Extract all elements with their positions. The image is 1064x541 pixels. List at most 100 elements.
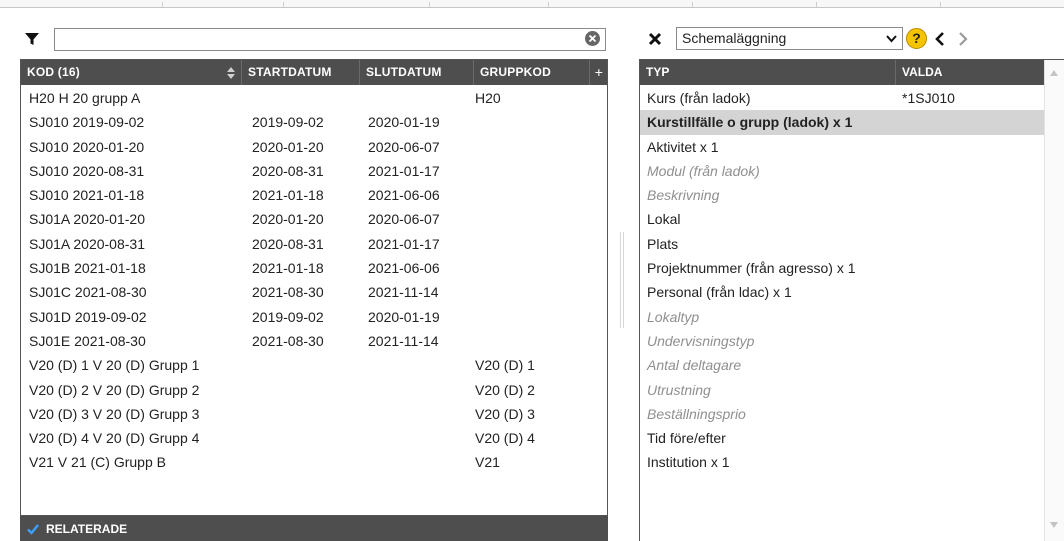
list-item[interactable]: Institution x 1	[640, 450, 1044, 474]
cell-grupp: H20	[475, 90, 501, 106]
cell-typ: Lokal	[647, 211, 681, 228]
cell-start: 2020-01-20	[252, 138, 324, 155]
cell-slut: 2020-01-19	[368, 308, 440, 325]
scroll-down-icon[interactable]	[1050, 522, 1058, 528]
list-item[interactable]: Projektnummer (från agresso) x 1	[640, 256, 1044, 280]
cell-typ: Aktivitet x 1	[647, 138, 719, 155]
list-item[interactable]: Beställningsprio	[640, 402, 1044, 426]
checkmark-icon[interactable]	[26, 522, 40, 536]
table-row[interactable]: SJ010 2021-01-18 2021-01-18 2021-06-06	[21, 183, 607, 207]
list-item[interactable]: Undervisningstyp	[640, 329, 1044, 353]
list-item[interactable]: Modul (från ladok)	[640, 159, 1044, 183]
list-item[interactable]: Personal (från ldac) x 1	[640, 280, 1044, 304]
column-header-startdatum[interactable]: STARTDATUM	[242, 60, 360, 85]
top-divider	[0, 0, 1064, 8]
cell-typ: Plats	[647, 235, 679, 252]
table-row[interactable]: SJ010 2019-09-02 2019-09-02 2020-01-19	[21, 110, 607, 134]
list-item[interactable]: Antal deltagare	[640, 353, 1044, 377]
table-row[interactable]: SJ01E 2021-08-30 2021-08-30 2021-11-14	[21, 329, 607, 353]
course-table: KOD (16) STARTDATUM SLUTDATUM GRUPPKOD +…	[20, 59, 608, 516]
cell-valda: *1SJ010	[902, 90, 955, 106]
cell-typ: Personal (från ldac) x 1	[647, 284, 792, 301]
vertical-scrollbar[interactable]	[1044, 60, 1064, 541]
cell-grupp: V20 (D) 4	[475, 430, 535, 447]
cell-kod: SJ01D 2019-09-02	[29, 308, 147, 325]
sort-icon[interactable]	[227, 67, 235, 79]
cell-slut: 2021-01-17	[368, 162, 440, 179]
related-toggle[interactable]: RELATERADE	[20, 516, 608, 541]
filter-icon[interactable]	[20, 27, 44, 51]
right-toolbar: Schemaläggning ?	[640, 27, 1064, 53]
table-row[interactable]: H20 H 20 grupp A H20	[21, 86, 607, 110]
column-header-gruppkod[interactable]: GRUPPKOD	[474, 60, 590, 85]
cell-start: 2021-08-30	[252, 284, 324, 301]
cell-typ: Utrustning	[647, 381, 711, 398]
chevron-right-icon[interactable]	[956, 31, 970, 47]
table-row[interactable]: V20 (D) 3 V 20 (D) Grupp 3 V20 (D) 3	[21, 402, 607, 426]
cell-kod: SJ010 2020-01-20	[29, 138, 145, 155]
table-row[interactable]: SJ01A 2020-08-31 2020-08-31 2021-01-17	[21, 232, 607, 256]
cell-typ: Lokaltyp	[647, 308, 700, 325]
chevron-down-icon	[886, 35, 897, 43]
filter-row	[20, 27, 608, 51]
list-item[interactable]: Plats	[640, 232, 1044, 256]
cell-slut: 2021-06-06	[368, 187, 440, 204]
cell-slut: 2020-06-07	[368, 211, 440, 228]
related-label: RELATERADE	[46, 521, 128, 536]
cell-grupp: V21	[475, 454, 500, 471]
list-item[interactable]: Lokal	[640, 207, 1044, 231]
clear-circle-icon[interactable]	[585, 31, 600, 46]
cell-start: 2021-01-18	[252, 187, 324, 204]
table-row[interactable]: SJ010 2020-08-31 2020-08-31 2021-01-17	[21, 159, 607, 183]
table-row[interactable]: V20 (D) 2 V 20 (D) Grupp 2 V20 (D) 2	[21, 378, 607, 402]
scroll-up-icon[interactable]	[1050, 70, 1058, 76]
cell-kod: V21 V 21 (C) Grupp B	[29, 454, 166, 471]
table-row[interactable]: V20 (D) 4 V 20 (D) Grupp 4 V20 (D) 4	[21, 426, 607, 450]
cell-slut: 2021-11-14	[368, 284, 439, 301]
cell-kod: SJ010 2021-01-18	[29, 187, 145, 204]
table-row[interactable]: V21 V 21 (C) Grupp B V21	[21, 450, 607, 474]
panel-splitter[interactable]	[620, 232, 624, 328]
cell-kod: SJ01B 2021-01-18	[29, 260, 146, 277]
column-header-kod[interactable]: KOD (16)	[21, 60, 242, 85]
table-row[interactable]: SJ010 2020-01-20 2020-01-20 2020-06-07	[21, 135, 607, 159]
table-row[interactable]: SJ01A 2020-01-20 2020-01-20 2020-06-07	[21, 207, 607, 231]
cell-kod: V20 (D) 3 V 20 (D) Grupp 3	[29, 405, 200, 422]
list-item[interactable]: Aktivitet x 1	[640, 135, 1044, 159]
list-item[interactable]: Beskrivning	[640, 183, 1044, 207]
cell-slut: 2021-01-17	[368, 235, 440, 252]
column-header-slutdatum[interactable]: SLUTDATUM	[360, 60, 474, 85]
cell-start: 2019-09-02	[252, 308, 324, 325]
list-item[interactable]: Tid före/efter	[640, 426, 1044, 450]
cell-start: 2021-01-18	[252, 260, 324, 277]
list-item[interactable]: Lokaltyp	[640, 305, 1044, 329]
table-row[interactable]: SJ01D 2019-09-02 2019-09-02 2020-01-19	[21, 305, 607, 329]
course-table-header: KOD (16) STARTDATUM SLUTDATUM GRUPPKOD +	[21, 60, 607, 85]
column-header-typ[interactable]: TYP	[640, 60, 896, 85]
cell-kod: SJ01A 2020-08-31	[29, 235, 145, 252]
chevron-left-icon[interactable]	[933, 31, 947, 47]
list-item[interactable]: Kurstillfälle o grupp (ladok) x 1	[640, 110, 1044, 135]
cell-typ: Tid före/efter	[647, 430, 726, 447]
column-header-valda[interactable]: VALDA	[896, 60, 1044, 85]
cell-typ: Kurstillfälle o grupp (ladok) x 1	[647, 114, 853, 131]
cell-start: 2021-08-30	[252, 332, 324, 349]
close-x-icon[interactable]	[647, 31, 663, 47]
table-row[interactable]: V20 (D) 1 V 20 (D) Grupp 1 V20 (D) 1	[21, 353, 607, 377]
cell-grupp: V20 (D) 2	[475, 381, 535, 398]
help-icon[interactable]: ?	[906, 28, 927, 49]
cell-start: 2020-08-31	[252, 235, 324, 252]
table-row[interactable]: SJ01B 2021-01-18 2021-01-18 2021-06-06	[21, 256, 607, 280]
list-item[interactable]: Utrustning	[640, 378, 1044, 402]
cell-typ: Beskrivning	[647, 187, 720, 204]
view-select[interactable]: Schemaläggning	[676, 27, 903, 50]
cell-slut: 2020-06-07	[368, 138, 440, 155]
cell-kod: V20 (D) 2 V 20 (D) Grupp 2	[29, 381, 200, 398]
cell-kod: SJ01E 2021-08-30	[29, 332, 146, 349]
add-column-button[interactable]: +	[590, 60, 608, 85]
list-item[interactable]: Kurs (från ladok) *1SJ010	[640, 86, 1044, 110]
cell-start: 2020-01-20	[252, 211, 324, 228]
filter-input[interactable]	[54, 27, 606, 51]
course-table-body: H20 H 20 grupp A H20 SJ010 2019-09-02 2019-…	[21, 86, 607, 475]
table-row[interactable]: SJ01C 2021-08-30 2021-08-30 2021-11-14	[21, 280, 607, 304]
